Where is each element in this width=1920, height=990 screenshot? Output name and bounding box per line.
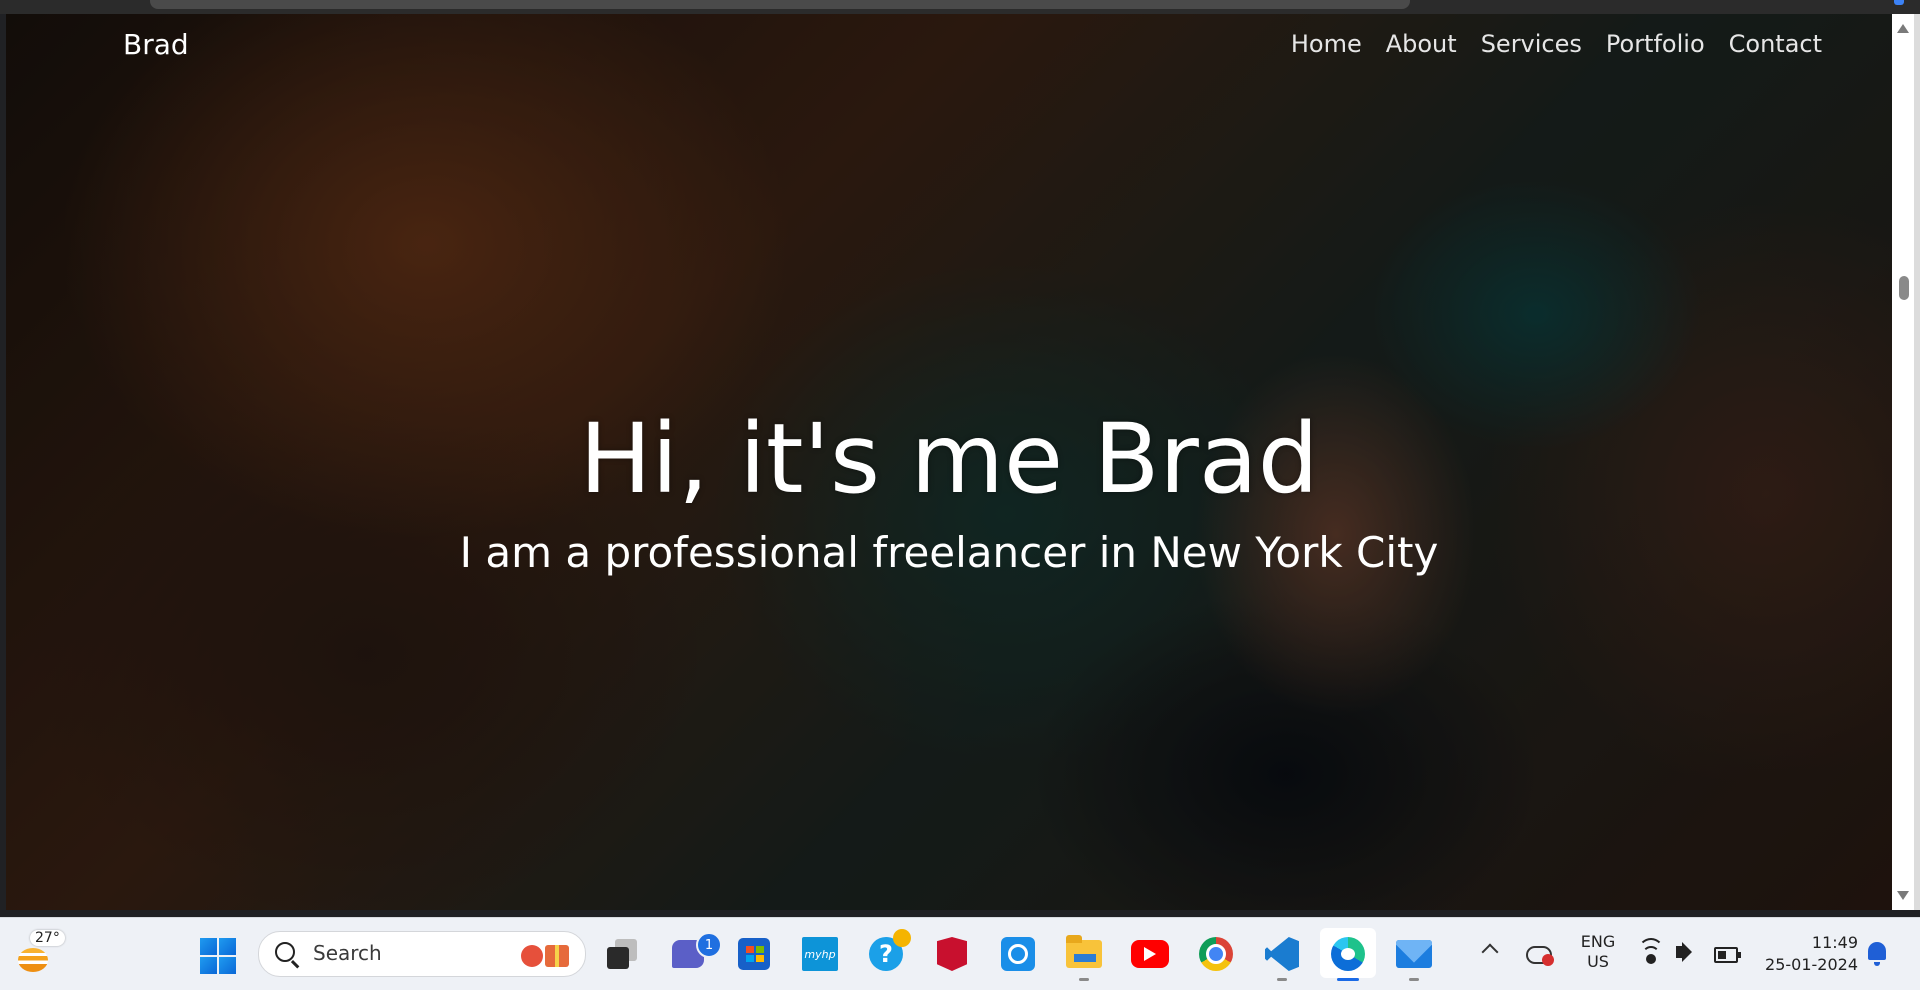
teams-badge: 1 [696,932,722,958]
edge-active-indicator [1337,978,1359,981]
alexa-icon[interactable] [998,934,1038,974]
file-explorer-icon[interactable] [1064,934,1104,974]
scroll-down-arrow-icon[interactable] [1897,891,1909,900]
language-region: US [1587,952,1609,971]
hero-subtitle: I am a professional freelancer in New Yo… [459,528,1439,577]
mcafee-icon[interactable] [932,934,972,974]
mail-running-indicator [1409,978,1419,981]
vscode-icon[interactable] [1262,934,1302,974]
nav-links: Home About Services Portfolio Contact [1291,30,1822,58]
chrome-icon[interactable] [1196,934,1236,974]
weather-widget[interactable]: 27° [12,930,65,980]
battery-icon[interactable] [1714,947,1741,963]
language-code: ENG [1580,932,1616,951]
nav-link-home[interactable]: Home [1291,30,1362,58]
scroll-up-arrow-icon[interactable] [1897,24,1909,33]
browser-address-bar[interactable] [150,0,1410,9]
clock-time: 11:49 [1811,933,1858,952]
hero-title: Hi, it's me Brad [579,403,1319,515]
scrollbar-thumb[interactable] [1899,276,1909,300]
task-view-icon[interactable] [602,934,642,974]
teams-icon[interactable]: 1 [668,932,722,974]
windows-taskbar: 27° Search 1 myhp ? ENG US 11:49 25-01-2… [0,917,1920,990]
site-brand[interactable]: Brad [123,28,189,61]
language-indicator[interactable]: ENG US [1578,932,1618,972]
nav-link-about[interactable]: About [1386,30,1457,58]
onedrive-error-icon[interactable] [1526,946,1554,966]
page-scrollbar[interactable] [1892,14,1914,910]
browser-indicator [1894,0,1904,5]
clock-date: 25-01-2024 [1765,955,1858,974]
mail-icon[interactable] [1394,934,1434,974]
start-icon[interactable] [200,938,236,974]
volume-icon[interactable] [1676,946,1684,958]
vscode-running-indicator [1277,978,1287,981]
search-highlight-gift-icon [521,939,571,969]
hero-section: Hi, it's me Brad I am a professional fre… [6,404,1892,578]
nav-link-services[interactable]: Services [1481,30,1582,58]
window-frame-right [1914,14,1920,910]
myhp-icon[interactable]: myhp [800,934,840,974]
search-placeholder: Search [313,941,382,965]
notification-bell-icon[interactable] [1868,942,1886,966]
nav-link-contact[interactable]: Contact [1729,30,1822,58]
file-explorer-running-indicator [1079,978,1089,981]
chevron-up-icon[interactable] [1481,943,1499,961]
browser-top-strip [0,0,1920,14]
clock[interactable]: 11:49 25-01-2024 [1758,932,1858,976]
search-icon [275,942,295,962]
store-icon[interactable] [734,934,774,974]
taskbar-search-box[interactable]: Search [258,931,586,977]
help-icon[interactable]: ? [866,929,911,974]
weather-sun-icon [18,948,48,972]
youtube-icon[interactable] [1130,934,1170,974]
nav-link-portfolio[interactable]: Portfolio [1606,30,1705,58]
site-navbar: Brad Home About Services Portfolio Conta… [6,14,1892,84]
weather-temperature: 27° [30,930,65,946]
wifi-icon[interactable] [1638,938,1664,964]
myhp-label: myhp [802,937,838,971]
web-page-viewport: Brad Home About Services Portfolio Conta… [6,14,1892,910]
edge-icon[interactable] [1328,934,1368,974]
